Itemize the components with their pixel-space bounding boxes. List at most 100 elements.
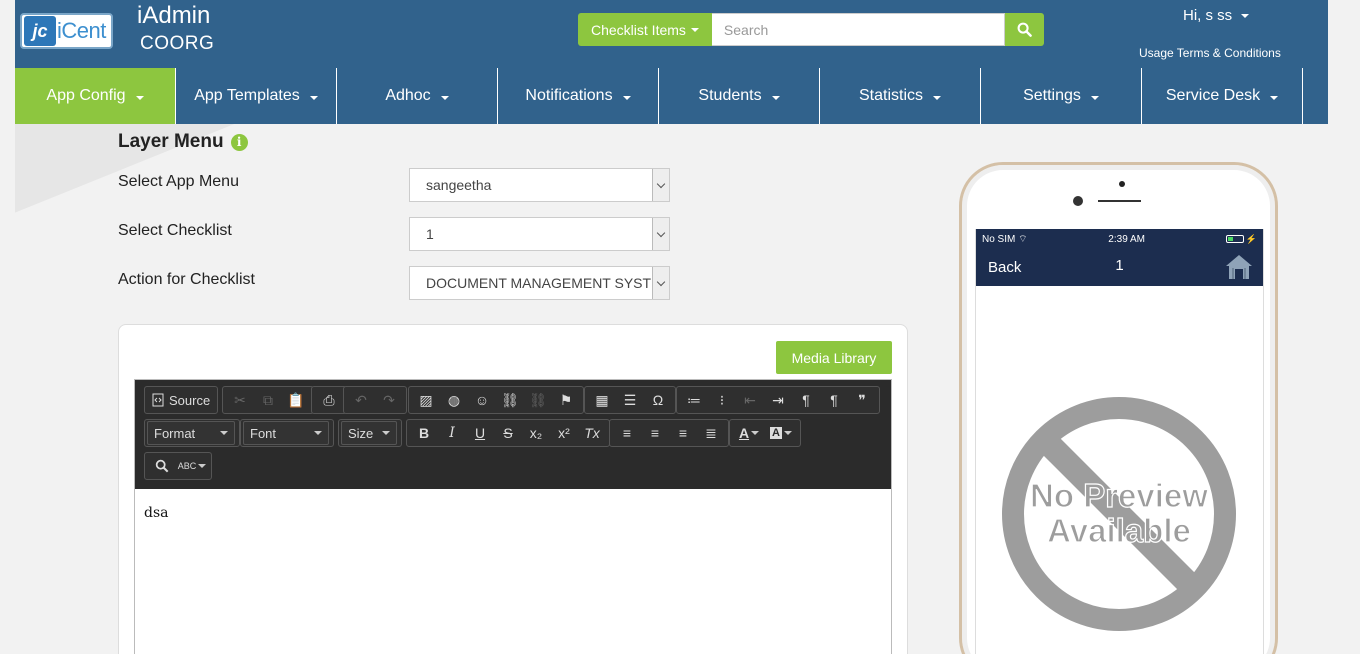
chevron-down-icon <box>382 431 390 435</box>
chevron-down-icon <box>652 218 669 250</box>
search-button[interactable] <box>1004 13 1044 46</box>
search-input[interactable] <box>711 13 1005 46</box>
action-select[interactable]: DOCUMENT MANAGEMENT SYSTEM <box>409 266 670 300</box>
background-color-icon[interactable]: A <box>765 421 797 445</box>
checklist-select[interactable]: 1 <box>409 217 670 251</box>
nav-item-label: App Templates <box>194 87 300 104</box>
bulleted-list-icon[interactable]: ⁝ <box>708 388 736 412</box>
superscript-icon[interactable]: x² <box>550 421 578 445</box>
nav-item-students[interactable]: Students <box>659 68 820 124</box>
text-style-group: B I U S x₂ x² Tx <box>406 419 610 447</box>
special-char-icon[interactable]: Ω <box>644 388 672 412</box>
nav-item-label: Statistics <box>858 87 923 104</box>
terms-link[interactable]: Usage Terms & Conditions <box>1139 46 1281 60</box>
nav-item-service-desk[interactable]: Service Desk <box>1142 68 1303 124</box>
app-menu-select[interactable]: sangeetha <box>409 168 670 202</box>
bold-icon[interactable]: B <box>410 421 438 445</box>
spellcheck-icon[interactable]: ABC <box>176 454 208 478</box>
outdent-icon[interactable]: ⇤ <box>736 388 764 412</box>
align-left-icon[interactable]: ≡ <box>613 421 641 445</box>
user-greeting: Hi, s ss <box>1183 7 1233 24</box>
user-menu[interactable]: Hi, s ss <box>1183 7 1250 24</box>
source-button[interactable]: Source <box>148 388 214 412</box>
search-category-dropdown[interactable]: Checklist Items <box>578 13 712 46</box>
editor-content[interactable]: dsa <box>135 489 891 654</box>
nav-item-label: App Config <box>46 87 126 104</box>
chevron-down-icon <box>1270 96 1279 100</box>
checklist-value: 1 <box>426 226 434 242</box>
link-icon[interactable]: ⛓ <box>496 388 524 412</box>
no-preview-placeholder: No Preview Available <box>1001 396 1237 632</box>
no-preview-line2: Available <box>1047 512 1191 549</box>
chevron-down-icon <box>314 431 322 435</box>
size-label: Size <box>348 425 374 441</box>
smiley-icon[interactable]: ☺ <box>468 388 496 412</box>
phone-time: 2:39 AM <box>1108 233 1145 245</box>
rtl-icon[interactable]: ¶ <box>820 388 848 412</box>
format-label: Format <box>154 425 196 441</box>
nav-item-adhoc[interactable]: Adhoc <box>337 68 498 124</box>
anchor-flag-icon[interactable]: ⚑ <box>552 388 580 412</box>
print-group: ⎙ <box>311 386 347 414</box>
align-right-icon[interactable]: ≡ <box>669 421 697 445</box>
source-icon <box>152 393 164 407</box>
logo[interactable]: jc iCent <box>20 13 113 49</box>
align-justify-icon[interactable]: ≣ <box>697 421 725 445</box>
format-dropdown[interactable]: Format <box>147 421 235 445</box>
chevron-down-icon <box>652 169 669 201</box>
text-color-icon[interactable]: A <box>733 421 765 445</box>
source-group: Source <box>144 386 219 414</box>
numbered-list-icon[interactable]: ≔ <box>680 388 708 412</box>
logo-text: iCent <box>57 18 106 43</box>
search-category-label: Checklist Items <box>591 21 686 38</box>
chevron-down-icon <box>220 431 228 435</box>
nav-item-label: Notifications <box>525 87 613 104</box>
underline-icon[interactable]: U <box>466 421 494 445</box>
nav-item-notifications[interactable]: Notifications <box>498 68 659 124</box>
camera-icon <box>1073 196 1083 206</box>
chevron-down-icon <box>622 96 631 100</box>
chevron-down-icon <box>1090 96 1099 100</box>
rich-text-editor: Source ✂ ⧉ 📋 ⎙ ↶ ↷ ▨ ◍ ☺ ⛓ ⛓ ⚑ ▦ ☰ Ω ≔ ⁝… <box>134 379 892 654</box>
image-icon[interactable]: ▨ <box>412 388 440 412</box>
media-library-button[interactable]: Media Library <box>776 341 892 374</box>
app-header: jc iCent iAdmin COORG Checklist Items Hi… <box>15 0 1328 68</box>
print-icon[interactable]: ⎙ <box>315 388 343 412</box>
clear-format-icon[interactable]: Tx <box>578 421 606 445</box>
app-menu-label: Select App Menu <box>118 173 239 190</box>
nav-item-label: Adhoc <box>385 87 431 104</box>
clipboard-group: ✂ ⧉ 📋 <box>222 386 314 414</box>
find-icon[interactable] <box>148 454 176 478</box>
search-icon <box>1017 22 1032 37</box>
italic-icon[interactable]: I <box>438 421 466 445</box>
redo-icon[interactable]: ↷ <box>375 388 403 412</box>
table-icon[interactable]: ▦ <box>588 388 616 412</box>
copy-icon[interactable]: ⧉ <box>254 388 282 412</box>
globe-icon[interactable]: ◍ <box>440 388 468 412</box>
tools-group: ABC <box>144 452 212 480</box>
font-dropdown[interactable]: Font <box>243 421 329 445</box>
nav-item-settings[interactable]: Settings <box>981 68 1142 124</box>
home-icon[interactable] <box>1225 253 1253 286</box>
info-icon[interactable]: i <box>230 133 248 151</box>
blockquote-icon[interactable]: ❞ <box>848 388 876 412</box>
indent-icon[interactable]: ⇥ <box>764 388 792 412</box>
nav-item-statistics[interactable]: Statistics <box>820 68 981 124</box>
horizontal-line-icon[interactable]: ☰ <box>616 388 644 412</box>
nav-item-label: Settings <box>1023 87 1081 104</box>
size-dropdown[interactable]: Size <box>341 421 397 445</box>
subscript-icon[interactable]: x₂ <box>522 421 550 445</box>
strikethrough-icon[interactable]: S <box>494 421 522 445</box>
nav-item-app-config[interactable]: App Config <box>15 68 176 124</box>
nav-item-app-templates[interactable]: App Templates <box>176 68 337 124</box>
action-label: Action for Checklist <box>118 271 255 288</box>
chevron-down-icon <box>309 96 318 100</box>
unlink-icon[interactable]: ⛓ <box>524 388 552 412</box>
page-title: Layer Menu i <box>118 131 248 153</box>
ltr-icon[interactable]: ¶ <box>792 388 820 412</box>
chevron-down-icon <box>440 96 449 100</box>
undo-icon[interactable]: ↶ <box>347 388 375 412</box>
cut-icon[interactable]: ✂ <box>226 388 254 412</box>
paste-icon[interactable]: 📋 <box>282 388 310 412</box>
align-center-icon[interactable]: ≡ <box>641 421 669 445</box>
